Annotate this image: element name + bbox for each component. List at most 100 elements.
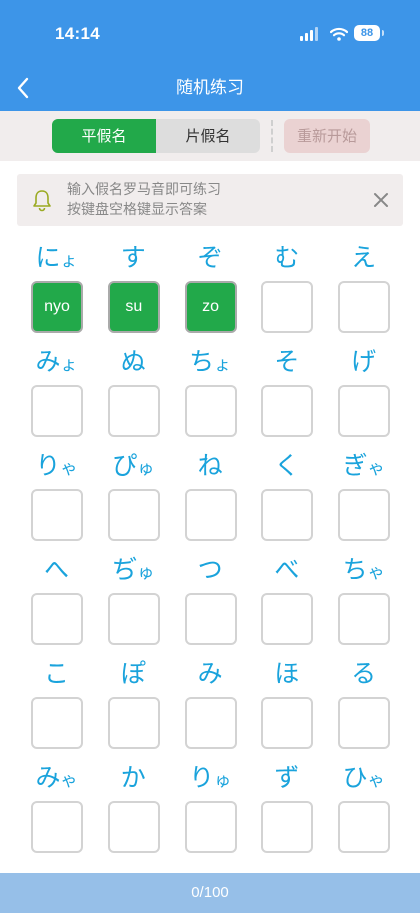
kana-cell: ほ bbox=[248, 656, 325, 760]
kana-cell: く bbox=[248, 448, 325, 552]
status-time: 14:14 bbox=[55, 24, 100, 43]
kana-cell: べ bbox=[248, 552, 325, 656]
kana-cell: ぽ bbox=[95, 656, 172, 760]
kana-label: す bbox=[120, 243, 146, 272]
kana-cell: ぞ zo bbox=[172, 240, 249, 344]
tip-line-1: 输入假名罗马音即可练习 bbox=[67, 182, 221, 198]
answer-box[interactable]: zo bbox=[184, 281, 237, 333]
kana-label: ちょ bbox=[189, 347, 232, 376]
answer-box[interactable] bbox=[261, 801, 314, 853]
kana-cell: す su bbox=[95, 240, 172, 344]
kana-type-toggle: 平假名 片假名 bbox=[52, 119, 260, 153]
restart-button[interactable]: 重新开始 bbox=[284, 119, 370, 153]
answer-box[interactable] bbox=[184, 801, 237, 853]
kana-cell: ぎゃ bbox=[325, 448, 402, 552]
answer-box[interactable] bbox=[338, 593, 391, 645]
kana-label: か bbox=[120, 763, 146, 792]
answer-box[interactable] bbox=[107, 697, 160, 749]
kana-cell: ぴゅ bbox=[95, 448, 172, 552]
answer-box[interactable] bbox=[31, 385, 83, 437]
kana-label: む bbox=[274, 243, 300, 272]
answer-box[interactable] bbox=[184, 385, 237, 437]
answer-box[interactable] bbox=[338, 697, 391, 749]
kana-label: ぞ bbox=[197, 243, 223, 272]
answer-box[interactable] bbox=[261, 489, 314, 541]
answer-box[interactable] bbox=[261, 593, 314, 645]
kana-cell: る bbox=[325, 656, 402, 760]
kana-label: つ bbox=[197, 555, 223, 584]
answer-box[interactable] bbox=[107, 385, 160, 437]
kana-cell: りゅ bbox=[172, 760, 249, 864]
answer-box[interactable] bbox=[31, 489, 83, 541]
answer-box[interactable] bbox=[31, 697, 83, 749]
answer-box[interactable] bbox=[261, 697, 314, 749]
answer-box[interactable] bbox=[184, 489, 237, 541]
kana-label: りゃ bbox=[35, 451, 78, 480]
kana-cell: ちょ bbox=[172, 344, 249, 448]
cellular-signal-icon bbox=[300, 27, 322, 41]
divider bbox=[271, 120, 273, 152]
kana-label: りゅ bbox=[189, 763, 232, 792]
answer-box[interactable]: nyo bbox=[31, 281, 83, 333]
answer-box[interactable] bbox=[338, 385, 391, 437]
kana-label: ぢゅ bbox=[112, 555, 155, 584]
kana-row: みょ ぬ ちょ そ げ bbox=[18, 344, 402, 448]
answer-box[interactable] bbox=[107, 489, 160, 541]
answer-box[interactable] bbox=[261, 385, 314, 437]
kana-row: へ ぢゅ つ べ ちゃ bbox=[18, 552, 402, 656]
kana-cell: そ bbox=[248, 344, 325, 448]
progress-counter: 0/100 bbox=[0, 873, 420, 913]
kana-cell: ね bbox=[172, 448, 249, 552]
kana-cell: む bbox=[248, 240, 325, 344]
kana-cell: ぬ bbox=[95, 344, 172, 448]
page-title: 随机练习 bbox=[176, 78, 244, 98]
answer-box[interactable]: su bbox=[107, 281, 160, 333]
answer-box[interactable] bbox=[338, 281, 391, 333]
kana-cell: か bbox=[95, 760, 172, 864]
kana-label: ね bbox=[197, 451, 223, 480]
answer-box[interactable] bbox=[338, 801, 391, 853]
answer-box[interactable] bbox=[184, 593, 237, 645]
kana-row: にょ nyo す su ぞ zo む え bbox=[18, 240, 402, 344]
kana-label: へ bbox=[43, 555, 69, 584]
tip-banner: 输入假名罗马音即可练习 按键盘空格键显示答案 bbox=[17, 174, 403, 226]
kana-cell: つ bbox=[172, 552, 249, 656]
kana-label: みょ bbox=[35, 347, 78, 376]
kana-label: ちゃ bbox=[342, 555, 385, 584]
kana-cell: みょ bbox=[18, 344, 95, 448]
tab-katakana[interactable]: 片假名 bbox=[156, 119, 260, 153]
wifi-icon bbox=[330, 27, 348, 41]
kana-label: ぽ bbox=[120, 659, 146, 688]
kana-cell: みゃ bbox=[18, 760, 95, 864]
close-icon[interactable] bbox=[371, 190, 391, 210]
kana-label: え bbox=[351, 243, 377, 272]
kana-label: ぎゃ bbox=[342, 451, 385, 480]
kana-label: ひゃ bbox=[342, 763, 385, 792]
kana-cell: げ bbox=[325, 344, 402, 448]
app-header: 14:14 88 随机练习 bbox=[0, 0, 420, 111]
answer-box[interactable] bbox=[338, 489, 391, 541]
answer-box[interactable] bbox=[261, 281, 314, 333]
kana-cell: にょ nyo bbox=[18, 240, 95, 344]
kana-grid: にょ nyo す su ぞ zo む えみょ ぬ ちょ そ げりゃ ぴゅ ね く ぎゃへ ぢゅ つ べ ちゃこ ぽ み ほ る… bbox=[18, 240, 402, 875]
kana-label: ぴゅ bbox=[112, 451, 155, 480]
answer-box[interactable] bbox=[31, 593, 83, 645]
kana-label: く bbox=[274, 451, 300, 480]
kana-label: ぬ bbox=[120, 347, 146, 376]
answer-box[interactable] bbox=[31, 801, 83, 853]
answer-box[interactable] bbox=[107, 801, 160, 853]
kana-label: み bbox=[197, 659, 223, 688]
answer-box[interactable] bbox=[184, 697, 237, 749]
kana-cell: え bbox=[325, 240, 402, 344]
kana-label: べ bbox=[274, 555, 300, 584]
answer-box[interactable] bbox=[107, 593, 160, 645]
kana-label: そ bbox=[274, 347, 300, 376]
kana-cell: ぢゅ bbox=[95, 552, 172, 656]
kana-row: りゃ ぴゅ ね く ぎゃ bbox=[18, 448, 402, 552]
kana-label: げ bbox=[351, 347, 377, 376]
kana-label: にょ bbox=[35, 243, 78, 272]
kana-label: る bbox=[351, 659, 377, 688]
tip-line-2: 按键盘空格键显示答案 bbox=[67, 202, 207, 218]
tab-hiragana[interactable]: 平假名 bbox=[52, 119, 156, 153]
kana-row: こぽみほる bbox=[18, 656, 402, 760]
